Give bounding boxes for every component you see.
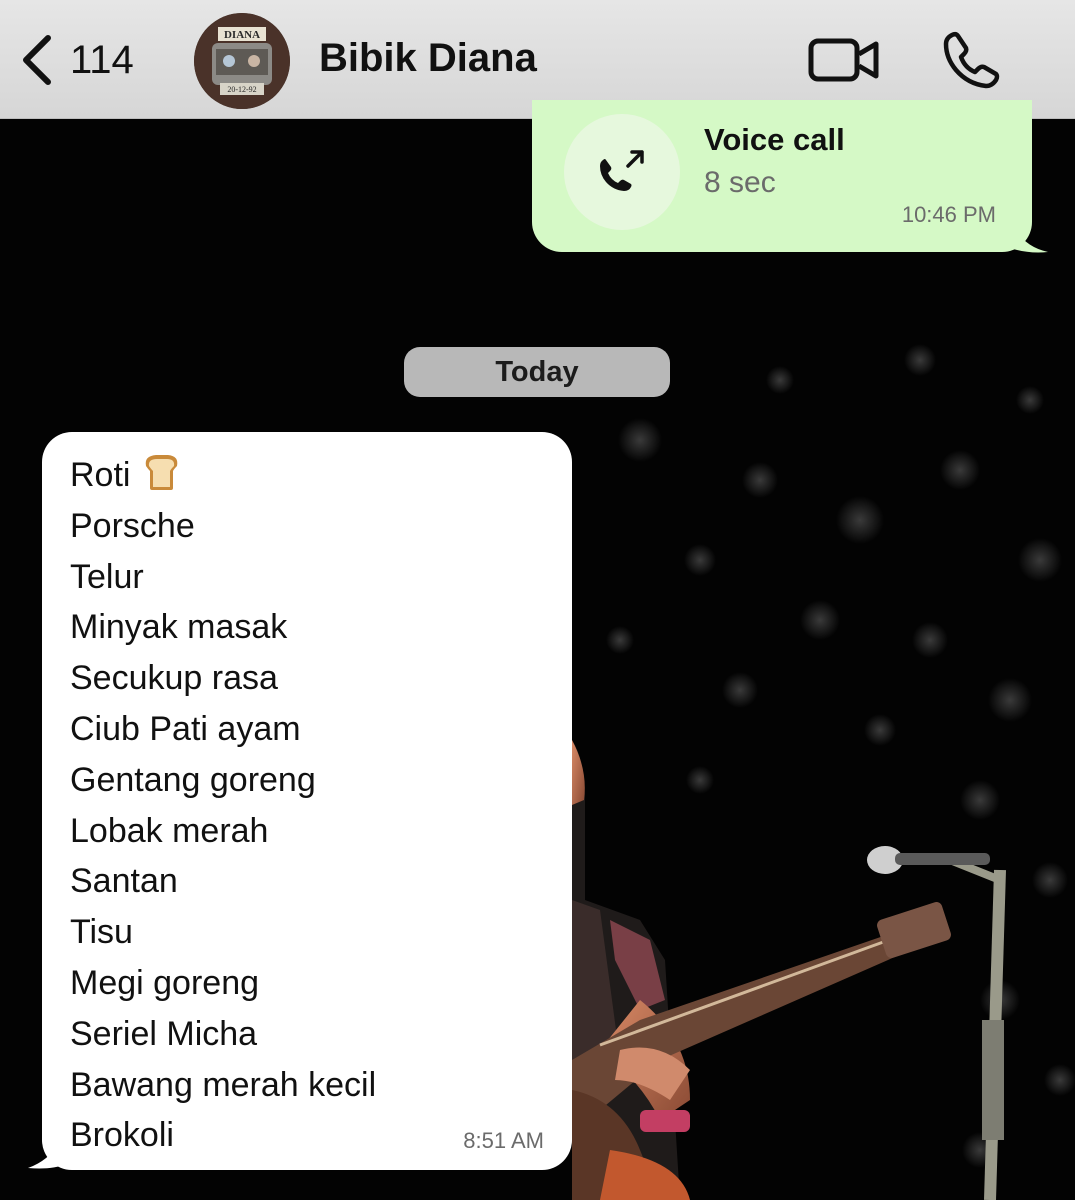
list-item: Telur bbox=[70, 557, 144, 596]
list-item: Santan bbox=[70, 862, 178, 901]
message-timestamp: 8:51 AM bbox=[463, 1128, 544, 1153]
video-call-button[interactable] bbox=[808, 30, 880, 90]
list-item: Lobak merah bbox=[70, 811, 269, 850]
avatar-text: DIANA bbox=[224, 29, 260, 41]
list-item: Minyak masak bbox=[70, 608, 288, 647]
list-item: Brokoli bbox=[70, 1116, 174, 1155]
list-item: Roti bbox=[70, 450, 376, 501]
date-separator: Today bbox=[404, 347, 670, 397]
list-item: Megi goreng bbox=[70, 963, 260, 1002]
list-item: Seriel Micha bbox=[70, 1014, 258, 1053]
phone-icon bbox=[943, 31, 1000, 89]
list-item: Bawang merah kecil bbox=[70, 1065, 377, 1104]
contact-name[interactable]: Bibik Diana bbox=[319, 36, 537, 81]
voice-call-bubble[interactable]: Voice call 8 sec 10:46 PM bbox=[532, 100, 1032, 252]
avatar[interactable]: DIANA 20-12-92 bbox=[194, 13, 290, 109]
call-icon-circle bbox=[564, 114, 680, 230]
shopping-list: Roti Porsche Telur Minyak masak Secukup … bbox=[70, 450, 376, 1161]
back-button[interactable]: 114 bbox=[20, 30, 134, 90]
bread-icon bbox=[140, 450, 182, 507]
list-item: Tisu bbox=[70, 913, 133, 952]
list-item: Gentang goreng bbox=[70, 760, 316, 799]
list-item: Ciub Pati ayam bbox=[70, 709, 301, 748]
unread-count: 114 bbox=[70, 37, 134, 82]
outgoing-bubble-tail bbox=[1010, 218, 1048, 253]
avatar-date: 20-12-92 bbox=[227, 85, 256, 94]
call-title: Voice call bbox=[704, 122, 845, 157]
outgoing-call-icon bbox=[600, 150, 644, 191]
message-bubble[interactable]: Roti Porsche Telur Minyak masak Secukup … bbox=[42, 432, 572, 1170]
list-item: Porsche bbox=[70, 506, 195, 545]
call-duration: 8 sec bbox=[704, 166, 776, 199]
chevron-left-icon bbox=[23, 35, 51, 85]
voice-call-button[interactable] bbox=[936, 30, 1008, 90]
video-camera-icon bbox=[808, 38, 879, 82]
list-item: Secukup rasa bbox=[70, 659, 278, 698]
call-timestamp: 10:46 PM bbox=[901, 202, 996, 227]
